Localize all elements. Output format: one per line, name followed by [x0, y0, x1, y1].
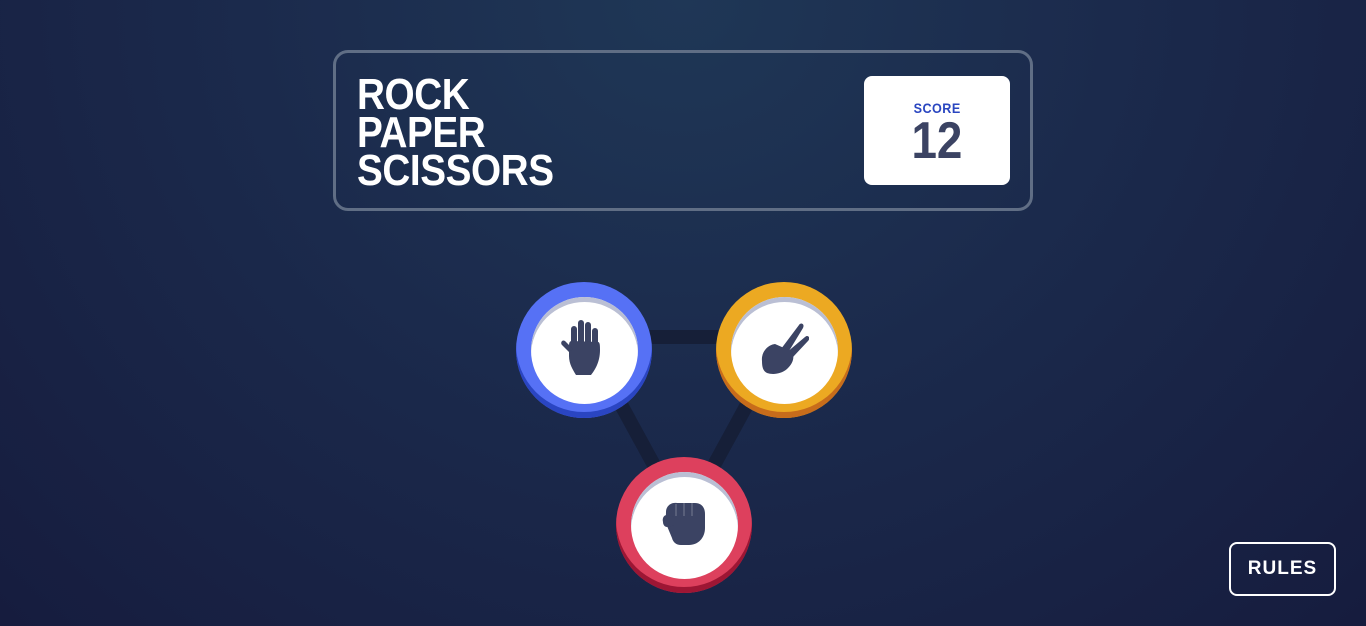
rock-token-face	[630, 471, 738, 579]
scissors-button[interactable]	[716, 282, 852, 418]
paper-token-face	[530, 296, 638, 404]
rock-button[interactable]	[616, 457, 752, 593]
hand-paper-icon	[560, 319, 608, 381]
rules-button[interactable]: RULES	[1229, 542, 1336, 596]
hand-rock-icon	[661, 500, 707, 551]
scissors-token-face	[730, 296, 838, 404]
hand-scissors-icon	[759, 321, 810, 380]
game-board	[0, 0, 1366, 626]
paper-button[interactable]	[516, 282, 652, 418]
